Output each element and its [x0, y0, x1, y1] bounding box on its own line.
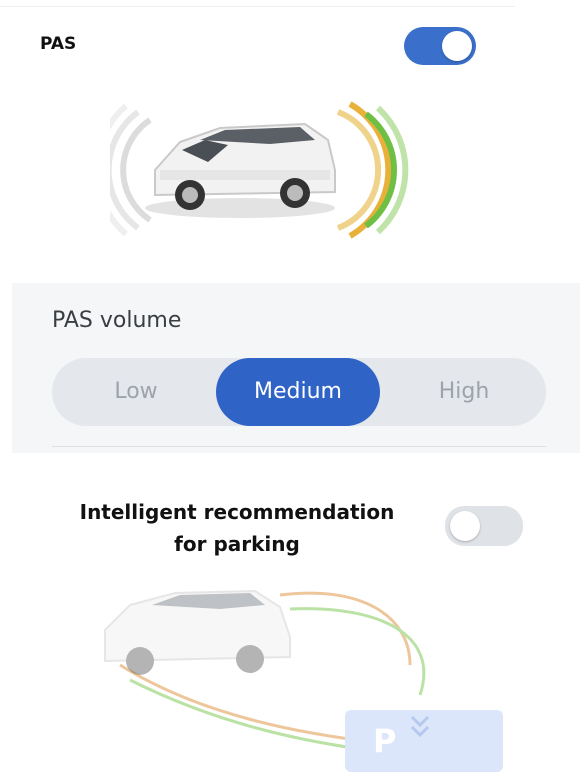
volume-divider — [52, 446, 546, 447]
toggle-knob — [442, 31, 472, 61]
rear-sensor-arcs — [110, 103, 152, 237]
front-sensor-arcs — [336, 101, 409, 239]
parking-toggle[interactable] — [445, 506, 523, 546]
car-icon — [145, 122, 336, 218]
pas-car-illustration — [110, 101, 409, 239]
toggle-knob — [450, 511, 480, 541]
faded-car-icon — [104, 589, 291, 675]
section-top-divider — [0, 6, 515, 7]
volume-selector: Low Medium High — [52, 358, 546, 426]
parking-sign-letter: P — [373, 722, 396, 760]
parking-title-line1: Intelligent recommendation — [79, 500, 395, 524]
parking-title-line2: for parking — [174, 532, 300, 556]
volume-option-high[interactable]: High — [398, 358, 530, 426]
volume-option-low[interactable]: Low — [72, 358, 200, 426]
pas-title: PAS — [40, 34, 77, 54]
pas-toggle[interactable] — [404, 27, 476, 65]
parking-sign-icon: P — [345, 710, 503, 772]
parking-illustration: P — [104, 589, 503, 772]
parking-title: Intelligent recommendation for parking — [48, 496, 426, 560]
volume-option-medium[interactable]: Medium — [216, 358, 380, 426]
volume-title: PAS volume — [52, 308, 182, 333]
